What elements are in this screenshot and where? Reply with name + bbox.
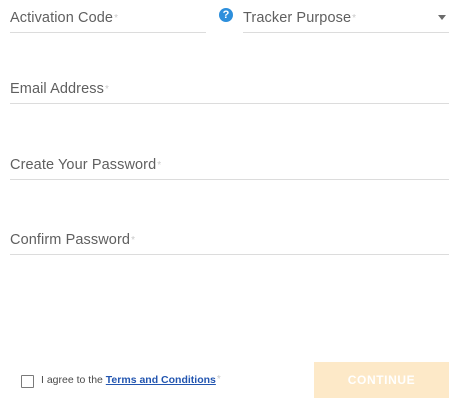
required-asterisk: * [157, 160, 162, 171]
activation-code-placeholder: Activation Code* [10, 10, 119, 26]
continue-button[interactable]: CONTINUE [314, 362, 449, 398]
confirm-password-field[interactable]: Confirm Password* [10, 222, 449, 255]
confirm-password-placeholder: Confirm Password* [10, 232, 136, 248]
question-circle-icon[interactable]: ? [219, 8, 233, 22]
required-asterisk: * [216, 374, 221, 385]
required-asterisk: * [352, 13, 357, 24]
required-asterisk: * [114, 13, 119, 24]
tracker-purpose-placeholder: Tracker Purpose* [243, 10, 357, 26]
agree-prefix: I agree to the [41, 374, 106, 386]
create-password-placeholder: Create Your Password* [10, 157, 162, 173]
required-asterisk: * [131, 235, 136, 246]
tracker-purpose-select[interactable]: Tracker Purpose* [243, 0, 449, 33]
agree-text: I agree to the Terms and Conditions* [41, 374, 221, 386]
required-asterisk: * [104, 84, 109, 95]
caret-down-icon[interactable] [438, 15, 446, 20]
agree-checkbox[interactable] [21, 375, 34, 388]
terms-link[interactable]: Terms and Conditions [106, 374, 216, 386]
create-password-field[interactable]: Create Your Password* [10, 146, 449, 180]
email-field[interactable]: Email Address* [10, 70, 449, 104]
email-placeholder: Email Address* [10, 81, 109, 97]
activation-code-field[interactable]: Activation Code* [10, 0, 206, 33]
